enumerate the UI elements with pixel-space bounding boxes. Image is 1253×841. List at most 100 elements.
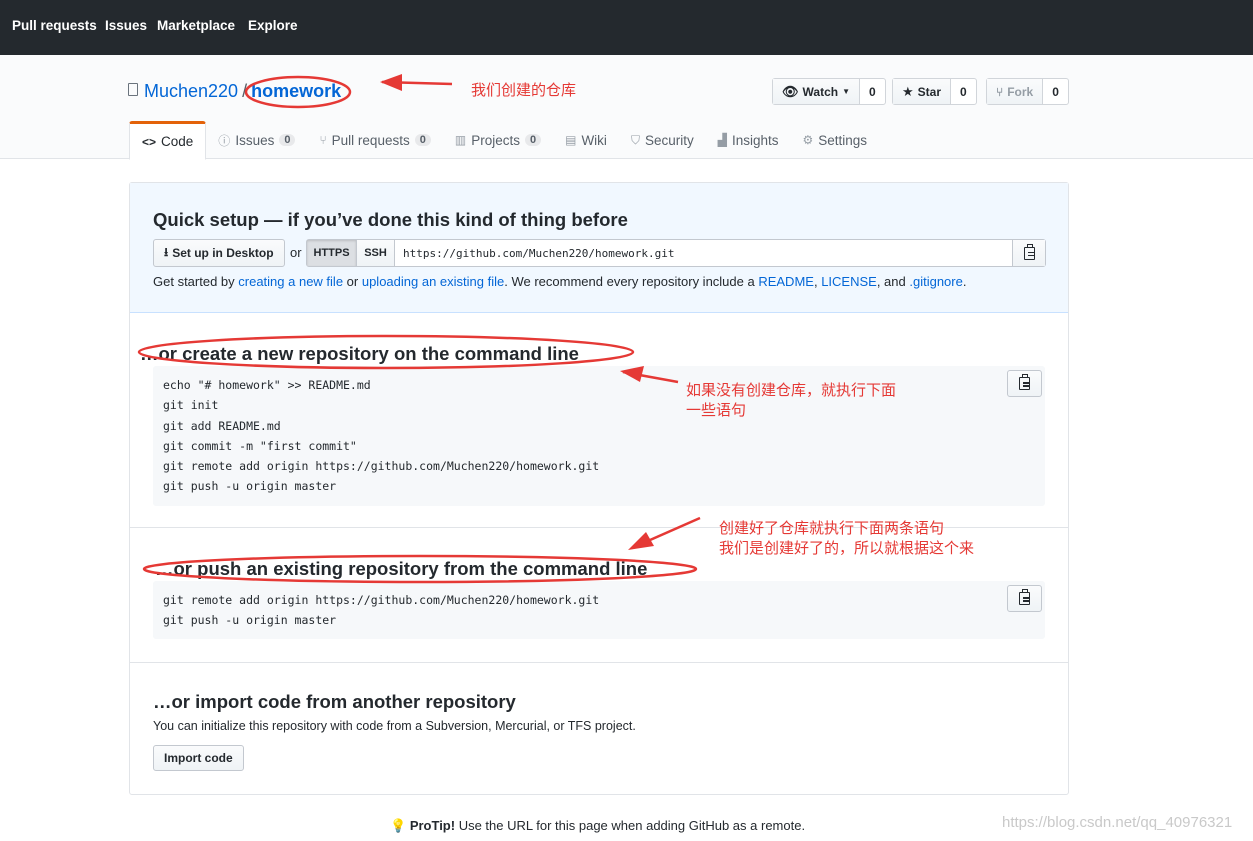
help-text: , and: [876, 274, 910, 289]
nav-explore[interactable]: Explore: [248, 18, 298, 33]
code-line: git add README.md: [163, 418, 281, 433]
license-link[interactable]: LICENSE: [821, 274, 877, 289]
protip-label: ProTip!: [409, 818, 456, 833]
annotation-push-1: 创建好了仓库就执行下面两条语句: [719, 520, 945, 537]
gitignore-link[interactable]: .gitignore: [909, 274, 962, 289]
quick-setup-title: Quick setup — if you’ve done this kind o…: [153, 209, 628, 230]
star-label: Star: [917, 84, 941, 99]
repo-owner-link[interactable]: Muchen220: [144, 81, 238, 101]
issue-opened-icon: ⓘ: [218, 133, 231, 148]
tab-label: Code: [161, 134, 194, 149]
fork-label: Fork: [1007, 84, 1034, 99]
create-section-title: …or create a new repository on the comma…: [140, 343, 579, 364]
tab-wiki[interactable]: ▤ Wiki: [553, 121, 619, 159]
nav-issues[interactable]: Issues: [105, 18, 147, 33]
repo-tabs: <> Code ⓘ Issues 0 ⑂ Pull requests 0 ▥ P…: [129, 121, 880, 160]
help-text: Get started by: [153, 274, 239, 289]
repo-name-link[interactable]: homework: [251, 81, 341, 101]
code-icon: <>: [142, 134, 157, 149]
import-section-title: …or import code from another repository: [153, 691, 516, 712]
fork-button[interactable]: ⑂ Fork: [987, 79, 1044, 104]
fork-icon: ⑂: [996, 84, 1004, 99]
help-text: or: [343, 274, 362, 289]
code-line: git push -u origin master: [163, 613, 337, 628]
setup-box: Quick setup — if you’ve done this kind o…: [129, 182, 1069, 795]
tab-label: Pull requests: [331, 132, 410, 148]
code-line: git commit -m "first commit": [163, 438, 357, 453]
code-line: git remote add origin https://github.com…: [163, 593, 600, 607]
tab-label: Wiki: [581, 132, 607, 148]
repo-book-icon: [128, 83, 138, 96]
clone-url-group: HTTPS SSH https://github.com/Muchen220/h…: [306, 239, 1046, 267]
fork-count[interactable]: 0: [1043, 79, 1068, 104]
clipboard-icon: [1023, 243, 1035, 260]
copy-url-button[interactable]: [1012, 240, 1045, 266]
https-toggle[interactable]: HTTPS: [307, 240, 357, 266]
section-divider: [130, 662, 1068, 663]
protip: 💡 ProTip! Use the URL for this page when…: [390, 818, 805, 834]
setup-desktop-button[interactable]: ⭳ Set up in Desktop: [153, 239, 285, 267]
create-commands-block: echo "# homework" >> README.md git init …: [153, 366, 1045, 506]
desktop-download-icon: ⭳: [164, 244, 169, 259]
caret-down-icon: ▼: [842, 87, 850, 96]
creating-new-file-link[interactable]: creating a new file: [238, 274, 343, 289]
tab-pull-requests[interactable]: ⑂ Pull requests 0: [307, 121, 442, 159]
repo-separator: /: [242, 81, 248, 101]
tab-code[interactable]: <> Code: [129, 121, 207, 160]
ssh-toggle[interactable]: SSH: [357, 240, 395, 266]
code-line: git init: [163, 398, 219, 413]
gear-icon: ⚙: [802, 133, 814, 147]
quick-setup-help: Get started by creating a new file or up…: [153, 274, 966, 289]
star-button[interactable]: ★ Star: [893, 79, 951, 104]
tab-projects[interactable]: ▥ Projects 0: [443, 121, 553, 159]
clone-url-input[interactable]: https://github.com/Muchen220/homework.gi…: [395, 240, 1012, 266]
tab-issues[interactable]: ⓘ Issues 0: [206, 121, 307, 159]
watermark: https://blog.csdn.net/qq_40976321: [1002, 814, 1233, 831]
book-icon: ▤: [565, 133, 577, 147]
star-group: ★ Star 0: [892, 78, 977, 105]
tab-counter: 0: [279, 134, 296, 146]
import-description: You can initialize this repository with …: [153, 719, 636, 733]
readme-link[interactable]: README: [758, 274, 814, 289]
fork-group: ⑂ Fork 0: [986, 78, 1069, 105]
tab-label: Projects: [471, 132, 520, 148]
copy-create-commands-button[interactable]: [1007, 370, 1042, 397]
graph-icon: ▟: [717, 133, 727, 147]
nav-pull-requests[interactable]: Pull requests: [12, 18, 97, 33]
annotation-create-2: 一些语句: [686, 402, 747, 419]
protip-text: Use the URL for this page when adding Gi…: [455, 818, 806, 833]
watch-button[interactable]: 👁 Watch ▼: [773, 79, 860, 104]
tab-label: Issues: [235, 132, 275, 148]
tab-counter: 0: [524, 134, 542, 146]
eye-icon: 👁: [782, 83, 799, 99]
watch-group: 👁 Watch ▼ 0: [772, 78, 886, 105]
top-navigation: Pull requests Issues Marketplace Explore: [0, 0, 1253, 55]
tab-counter: 0: [414, 134, 431, 146]
star-count[interactable]: 0: [951, 79, 976, 104]
tab-settings[interactable]: ⚙ Settings: [791, 121, 880, 159]
repo-title: Muchen220/homework: [128, 81, 341, 102]
copy-push-commands-button[interactable]: [1007, 585, 1042, 612]
code-line: echo "# homework" >> README.md: [163, 378, 371, 392]
help-text: .: [962, 274, 967, 289]
tab-insights[interactable]: ▟ Insights: [706, 121, 791, 159]
nav-marketplace[interactable]: Marketplace: [157, 18, 235, 33]
tab-security[interactable]: ⛉ Security: [619, 121, 706, 159]
shield-icon: ⛉: [630, 132, 640, 147]
help-text: . We recommend every repository include …: [504, 274, 759, 289]
tab-label: Insights: [731, 132, 779, 148]
push-section-title: …or push an existing repository from the…: [155, 558, 648, 579]
tab-label: Security: [644, 132, 694, 148]
setup-desktop-label: Set up in Desktop: [172, 246, 274, 260]
tab-label: Settings: [818, 132, 868, 148]
light-bulb-icon: 💡: [390, 818, 407, 833]
annotation-repo: 我们创建的仓库: [471, 82, 577, 99]
code-line: git push -u origin master: [163, 479, 337, 494]
watch-label: Watch: [802, 84, 839, 99]
uploading-existing-file-link[interactable]: uploading an existing file: [362, 274, 504, 289]
star-icon: ★: [902, 83, 914, 99]
clipboard-icon: [1019, 589, 1030, 605]
import-code-button[interactable]: Import code: [153, 745, 244, 771]
watch-count[interactable]: 0: [860, 79, 885, 104]
annotation-create-1: 如果没有创建仓库，就执行下面: [686, 382, 897, 399]
